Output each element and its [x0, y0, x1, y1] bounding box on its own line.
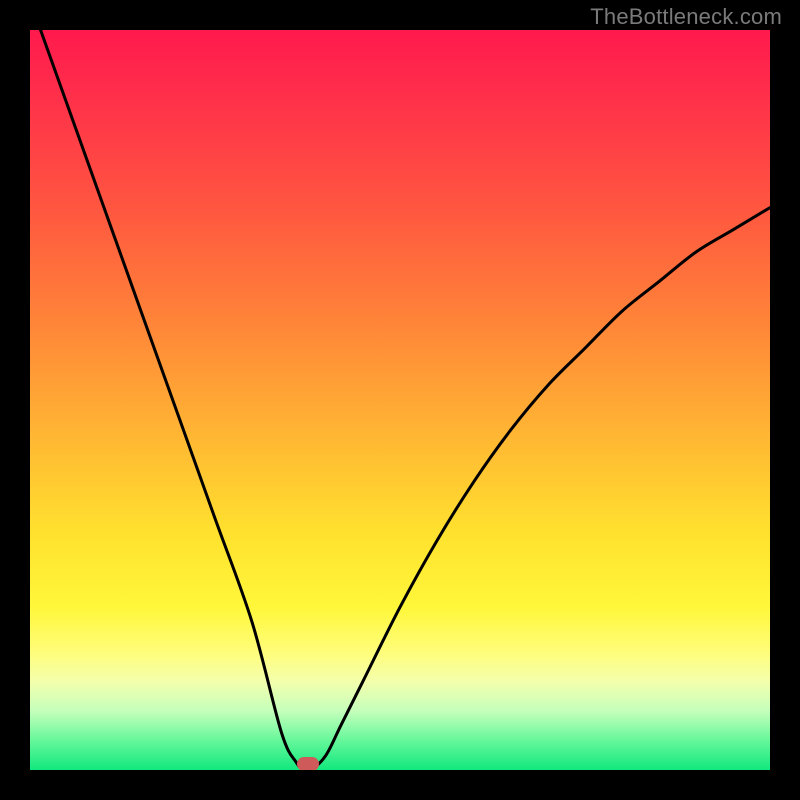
optimal-point-marker — [297, 757, 319, 770]
chart-frame: TheBottleneck.com — [0, 0, 800, 800]
watermark-text: TheBottleneck.com — [590, 4, 782, 30]
bottleneck-curve — [30, 30, 770, 770]
plot-area — [30, 30, 770, 770]
